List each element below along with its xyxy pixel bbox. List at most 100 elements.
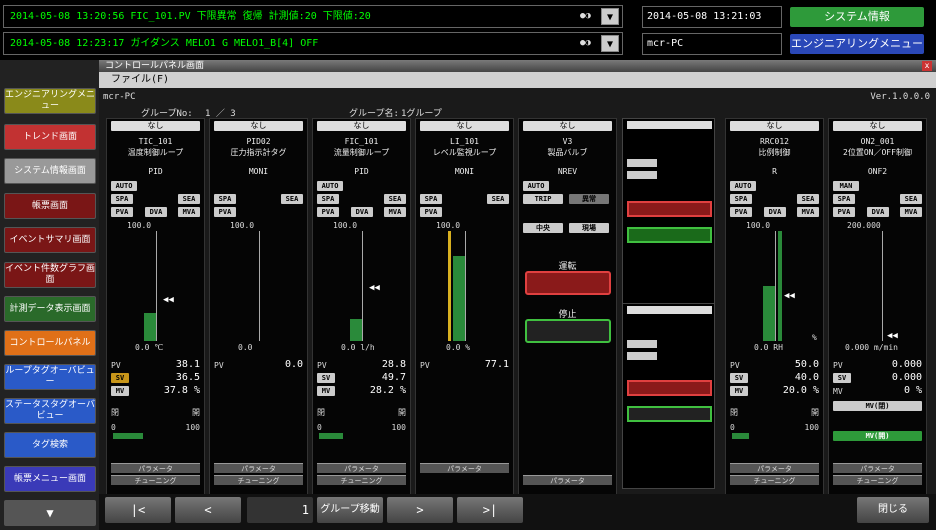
sidebar-status-tag[interactable]: ステータスタグオーバビュー [4, 398, 96, 424]
sea-button[interactable]: SEA [384, 194, 406, 204]
tuning-button[interactable]: チューニング [317, 475, 406, 485]
trip-button[interactable] [627, 159, 657, 167]
acknowledge-icon[interactable]: ●◑ [580, 38, 592, 48]
parameter-button[interactable]: パラメータ [833, 463, 922, 473]
sea-button[interactable]: SEA [900, 194, 922, 204]
tuning-button[interactable]: チューニング [730, 475, 819, 485]
trip-button[interactable]: TRIP [523, 194, 563, 204]
pva-button[interactable]: PVA [730, 207, 752, 217]
sidebar-report[interactable]: 帳票画面 [4, 193, 96, 219]
faceplate-rrc012[interactable]: なし RRC012 比例制御 R AUTO SPA SEA PVA DVA MV… [725, 118, 824, 502]
pva-button[interactable]: PVA [111, 207, 133, 217]
mva-button[interactable]: MVA [384, 207, 406, 217]
auto-button[interactable]: AUTO [317, 181, 343, 191]
faceplate-li101[interactable]: なし LI_101 レベル監視ループ MONI SPA SEA PVA 100.… [415, 118, 514, 502]
sea-button[interactable]: SEA [178, 194, 200, 204]
sidebar-control-panel[interactable]: コントロールパネル [4, 330, 96, 356]
faceplate-v3[interactable]: なし V3 製品バルブ NREV AUTO TRIP 異常 中央 現場 運転 停… [518, 118, 617, 502]
mv-button[interactable]: MV [730, 386, 748, 396]
pva-button[interactable]: PVA [420, 207, 442, 217]
spa-button[interactable]: SPA [833, 194, 855, 204]
faceplate-fic101[interactable]: なし FIC_101 流量制御ループ PID AUTO SPA SEA PVA … [312, 118, 411, 502]
faceplate-tic101[interactable]: なし TIC_101 温度制御ループ PID AUTO SPA SEA PVA … [106, 118, 205, 502]
sidebar-event-count[interactable]: イベント件数グラフ画面 [4, 262, 96, 288]
sea-button[interactable]: SEA [281, 194, 303, 204]
stop-button[interactable] [627, 227, 712, 243]
system-info-button[interactable]: システム情報 [790, 7, 924, 27]
run-button[interactable] [627, 380, 712, 396]
parameter-button[interactable]: パラメータ [111, 463, 200, 473]
dropdown-icon[interactable]: ▼ [601, 8, 619, 25]
central-button[interactable] [627, 171, 657, 179]
spa-button[interactable]: SPA [420, 194, 442, 204]
sidebar-engineering-menu[interactable]: エンジニアリングメニュー [4, 88, 96, 114]
sidebar-system-info[interactable]: システム情報画面 [4, 158, 96, 184]
stop-button[interactable] [525, 319, 611, 343]
sv-button[interactable]: SV [111, 373, 129, 383]
spa-button[interactable]: SPA [214, 194, 236, 204]
next-page-button[interactable]: > [387, 497, 453, 523]
sea-button[interactable]: SEA [487, 194, 509, 204]
dva-button[interactable]: DVA [145, 207, 167, 217]
dva-button[interactable]: DVA [764, 207, 786, 217]
spa-button[interactable]: SPA [730, 194, 752, 204]
stop-button[interactable] [627, 406, 712, 422]
spa-button[interactable]: SPA [317, 194, 339, 204]
mv-button[interactable]: MV [111, 386, 129, 396]
sv-button[interactable]: SV [730, 373, 748, 383]
faceplate-pid02[interactable]: なし PID02 圧力指示計タグ MONI SPA SEA PVA 100.0 … [209, 118, 308, 502]
close-button[interactable]: 閉じる [857, 497, 929, 523]
pva-button[interactable]: PVA [833, 207, 855, 217]
sv-button[interactable]: SV [317, 373, 335, 383]
sidebar-event-summary[interactable]: イベントサマリ画面 [4, 227, 96, 253]
local-button[interactable]: 現場 [569, 223, 609, 233]
sidebar-report-menu[interactable]: 帳票メニュー画面 [4, 466, 96, 492]
run-button[interactable] [627, 201, 712, 217]
alarm-message-2[interactable]: 2014-05-08 12:23:17 ガイダンス MELO1 G MELO1_… [3, 32, 623, 55]
dva-button[interactable]: DVA [867, 207, 889, 217]
dva-button[interactable]: DVA [351, 207, 373, 217]
trip-button[interactable] [627, 340, 657, 348]
central-button[interactable] [627, 352, 657, 360]
man-button[interactable]: MAN [833, 181, 859, 191]
close-icon[interactable]: x [922, 61, 932, 71]
tuning-button[interactable]: チューニング [833, 475, 922, 485]
mv-close-button[interactable]: MV(閉) [833, 401, 922, 411]
auto-button[interactable]: AUTO [730, 181, 756, 191]
parameter-button[interactable]: パラメータ [214, 463, 303, 473]
alarm-message-1[interactable]: 2014-05-08 13:20:56 FIC_101.PV 下限異常 復帰 計… [3, 5, 623, 28]
sidebar-loop-tag[interactable]: ループタグオーバビュー [4, 364, 96, 390]
parameter-button[interactable]: パラメータ [420, 463, 509, 473]
pva-button[interactable]: PVA [214, 207, 236, 217]
group-move-button[interactable]: グループ移動 [317, 497, 383, 523]
faceplate-mini-lower[interactable] [622, 303, 715, 489]
parameter-button[interactable]: パラメータ [317, 463, 406, 473]
sidebar-trend[interactable]: トレンド画面 [4, 124, 96, 150]
faceplate-on2001[interactable]: なし ON2_001 2位置ON／OFF制御 ONF2 MAN SPA SEA … [828, 118, 927, 502]
sv-button[interactable]: SV [833, 373, 851, 383]
run-button[interactable] [525, 271, 611, 295]
mv-open-button[interactable]: MV(開) [833, 431, 922, 441]
mva-button[interactable]: MVA [900, 207, 922, 217]
sidebar-tag-search[interactable]: タグ検索 [4, 432, 96, 458]
parameter-button[interactable]: パラメータ [730, 463, 819, 473]
spa-button[interactable]: SPA [111, 194, 133, 204]
menu-file[interactable]: ファイル(F) [111, 74, 169, 85]
parameter-button[interactable]: パラメータ [523, 475, 612, 485]
pva-button[interactable]: PVA [317, 207, 339, 217]
auto-button[interactable]: AUTO [523, 181, 549, 191]
acknowledge-icon[interactable]: ●◑ [580, 11, 592, 21]
engineering-menu-button[interactable]: エンジニアリングメニュー [790, 34, 924, 54]
mv-button[interactable]: MV [317, 386, 335, 396]
prev-page-button[interactable]: < [175, 497, 241, 523]
sea-button[interactable]: SEA [797, 194, 819, 204]
last-page-button[interactable]: >| [457, 497, 523, 523]
tuning-button[interactable]: チューニング [111, 475, 200, 485]
central-button[interactable]: 中央 [523, 223, 563, 233]
mva-button[interactable]: MVA [178, 207, 200, 217]
sidebar-measurement[interactable]: 計測データ表示画面 [4, 296, 96, 322]
dropdown-icon[interactable]: ▼ [601, 35, 619, 52]
first-page-button[interactable]: |< [105, 497, 171, 523]
faceplate-mini-upper[interactable] [622, 118, 715, 308]
reset-button[interactable]: 異常 [569, 194, 609, 204]
